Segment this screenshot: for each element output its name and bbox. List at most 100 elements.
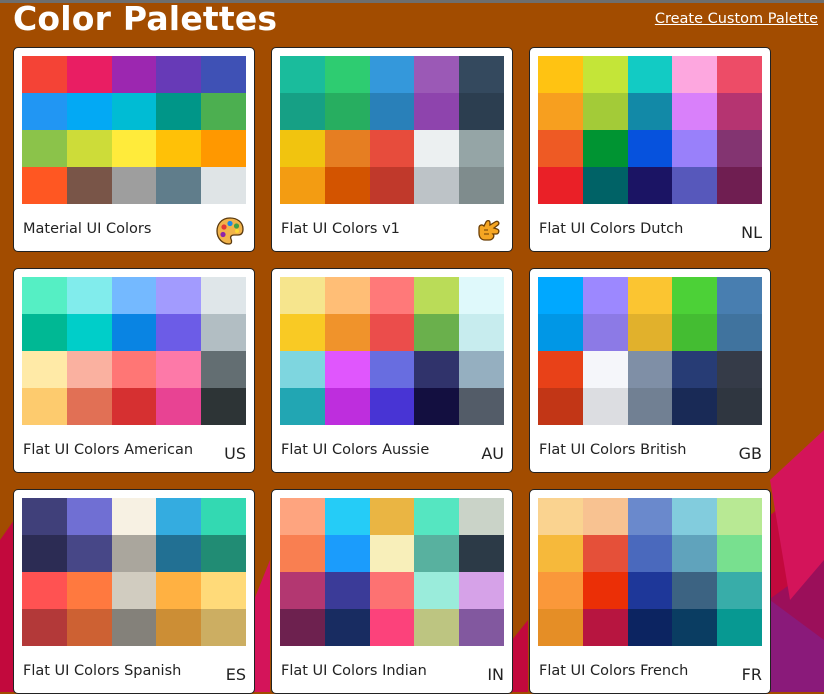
color-swatch[interactable]: [280, 498, 325, 535]
color-swatch[interactable]: [672, 277, 718, 314]
color-swatch[interactable]: [459, 277, 504, 314]
color-swatch[interactable]: [538, 56, 583, 93]
color-swatch[interactable]: [459, 130, 504, 167]
color-swatch[interactable]: [201, 93, 246, 130]
color-swatch[interactable]: [201, 351, 246, 388]
color-swatch[interactable]: [324, 93, 370, 130]
color-swatch[interactable]: [66, 535, 112, 572]
color-swatch[interactable]: [22, 609, 67, 646]
color-swatch[interactable]: [672, 314, 718, 351]
color-swatch[interactable]: [717, 314, 762, 351]
color-swatch[interactable]: [672, 388, 718, 425]
color-swatch[interactable]: [459, 609, 504, 646]
color-swatch[interactable]: [582, 572, 628, 609]
color-swatch[interactable]: [582, 130, 628, 167]
color-swatch[interactable]: [324, 572, 370, 609]
color-swatch[interactable]: [324, 498, 370, 535]
color-swatch[interactable]: [582, 351, 628, 388]
color-swatch[interactable]: [22, 130, 67, 167]
color-swatch[interactable]: [717, 130, 762, 167]
color-swatch[interactable]: [414, 130, 460, 167]
color-swatch[interactable]: [111, 572, 157, 609]
color-swatch[interactable]: [414, 314, 460, 351]
color-swatch[interactable]: [538, 498, 583, 535]
color-swatch[interactable]: [459, 572, 504, 609]
color-swatch[interactable]: [156, 535, 202, 572]
color-swatch[interactable]: [627, 93, 673, 130]
color-swatch[interactable]: [717, 167, 762, 204]
color-swatch[interactable]: [582, 277, 628, 314]
color-swatch[interactable]: [156, 56, 202, 93]
color-swatch[interactable]: [414, 609, 460, 646]
color-swatch[interactable]: [538, 93, 583, 130]
palette-card[interactable]: Flat UI Colors British GB: [529, 268, 771, 473]
color-swatch[interactable]: [627, 609, 673, 646]
color-swatch[interactable]: [156, 277, 202, 314]
color-swatch[interactable]: [717, 609, 762, 646]
color-swatch[interactable]: [369, 609, 415, 646]
color-swatch[interactable]: [627, 56, 673, 93]
color-swatch[interactable]: [582, 498, 628, 535]
color-swatch[interactable]: [627, 388, 673, 425]
color-swatch[interactable]: [324, 130, 370, 167]
color-swatch[interactable]: [280, 56, 325, 93]
color-swatch[interactable]: [66, 351, 112, 388]
color-swatch[interactable]: [672, 93, 718, 130]
color-swatch[interactable]: [369, 93, 415, 130]
color-swatch[interactable]: [369, 388, 415, 425]
color-swatch[interactable]: [672, 130, 718, 167]
color-swatch[interactable]: [324, 314, 370, 351]
color-swatch[interactable]: [66, 314, 112, 351]
color-swatch[interactable]: [324, 277, 370, 314]
color-swatch[interactable]: [369, 277, 415, 314]
color-swatch[interactable]: [414, 93, 460, 130]
color-swatch[interactable]: [627, 535, 673, 572]
color-swatch[interactable]: [156, 572, 202, 609]
color-swatch[interactable]: [414, 167, 460, 204]
color-swatch[interactable]: [66, 572, 112, 609]
color-swatch[interactable]: [280, 388, 325, 425]
color-swatch[interactable]: [201, 167, 246, 204]
color-swatch[interactable]: [280, 167, 325, 204]
color-swatch[interactable]: [201, 130, 246, 167]
color-swatch[interactable]: [324, 351, 370, 388]
color-swatch[interactable]: [672, 572, 718, 609]
color-swatch[interactable]: [111, 609, 157, 646]
color-swatch[interactable]: [459, 351, 504, 388]
color-swatch[interactable]: [627, 351, 673, 388]
palette-card[interactable]: Flat UI Colors v1: [271, 47, 513, 252]
color-swatch[interactable]: [459, 535, 504, 572]
palette-card[interactable]: Flat UI Colors American US: [13, 268, 255, 473]
color-swatch[interactable]: [280, 535, 325, 572]
color-swatch[interactable]: [627, 498, 673, 535]
color-swatch[interactable]: [111, 93, 157, 130]
color-swatch[interactable]: [717, 277, 762, 314]
color-swatch[interactable]: [717, 56, 762, 93]
color-swatch[interactable]: [582, 167, 628, 204]
color-swatch[interactable]: [22, 351, 67, 388]
color-swatch[interactable]: [156, 93, 202, 130]
color-swatch[interactable]: [156, 167, 202, 204]
color-swatch[interactable]: [111, 498, 157, 535]
color-swatch[interactable]: [538, 277, 583, 314]
color-swatch[interactable]: [414, 277, 460, 314]
color-swatch[interactable]: [280, 314, 325, 351]
color-swatch[interactable]: [672, 498, 718, 535]
palette-card[interactable]: Flat UI Colors Spanish ES: [13, 489, 255, 694]
color-swatch[interactable]: [672, 167, 718, 204]
color-swatch[interactable]: [538, 167, 583, 204]
color-swatch[interactable]: [22, 167, 67, 204]
palette-card[interactable]: Flat UI Colors Aussie AU: [271, 268, 513, 473]
color-swatch[interactable]: [717, 388, 762, 425]
color-swatch[interactable]: [66, 93, 112, 130]
color-swatch[interactable]: [324, 609, 370, 646]
color-swatch[interactable]: [201, 277, 246, 314]
color-swatch[interactable]: [369, 314, 415, 351]
color-swatch[interactable]: [582, 535, 628, 572]
color-swatch[interactable]: [156, 388, 202, 425]
color-swatch[interactable]: [582, 56, 628, 93]
color-swatch[interactable]: [459, 167, 504, 204]
color-swatch[interactable]: [201, 388, 246, 425]
color-swatch[interactable]: [627, 130, 673, 167]
color-swatch[interactable]: [22, 535, 67, 572]
